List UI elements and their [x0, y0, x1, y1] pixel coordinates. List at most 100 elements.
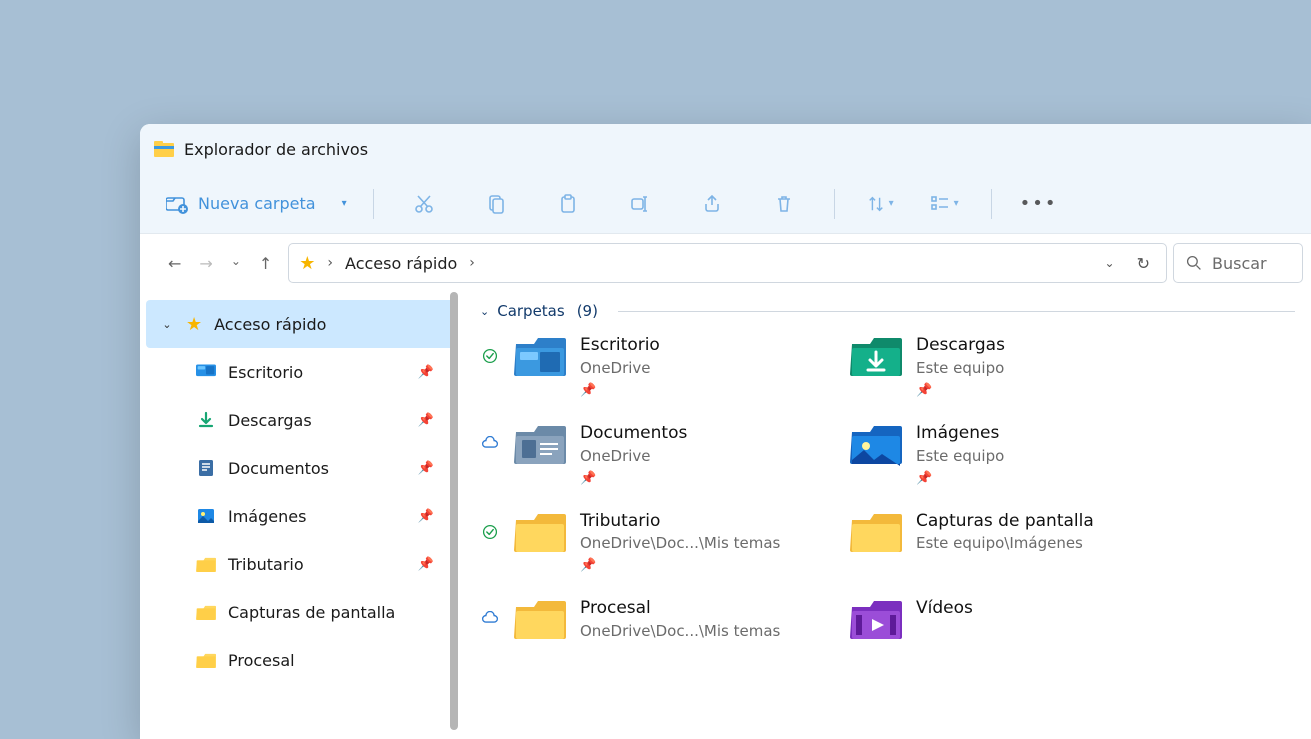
folder-location: OneDrive\Doc...\Mis temas	[580, 621, 780, 642]
sidebar-item-label: Documentos	[228, 459, 406, 478]
sidebar-item-escritorio[interactable]: Escritorio 📌	[140, 348, 460, 396]
sidebar-item-descargas[interactable]: Descargas 📌	[140, 396, 460, 444]
recent-chevron-icon[interactable]: ⌄	[231, 254, 241, 273]
folder-location: OneDrive	[580, 358, 660, 379]
sidebar-item-procesal[interactable]: Procesal	[140, 636, 460, 684]
section-count: (9)	[577, 302, 598, 320]
toolbar-separator	[834, 189, 835, 219]
address-history-chevron-icon[interactable]: ⌄	[1097, 256, 1123, 270]
folder-item[interactable]: Capturas de pantalla Este equipo\Imágene…	[850, 510, 1295, 574]
folder-item[interactable]: Descargas Este equipo 📌	[850, 334, 1295, 398]
pin-icon: 📌	[916, 471, 1004, 486]
app-icon	[154, 139, 174, 159]
folder-location: OneDrive	[580, 446, 687, 467]
pin-icon: 📌	[418, 413, 434, 428]
rename-button[interactable]	[616, 184, 664, 224]
breadcrumb-sep-icon[interactable]: ›	[469, 255, 475, 271]
navbar: ← → ⌄ ↑ ★ › Acceso rápido › ⌄ ↻ Buscar	[140, 234, 1311, 292]
downloads-lg-icon	[850, 334, 902, 378]
folder-item[interactable]: Documentos OneDrive 📌	[480, 422, 850, 486]
sidebar-item-label: Descargas	[228, 411, 406, 430]
folder-name: Descargas	[916, 334, 1005, 358]
nav-arrows: ← → ⌄ ↑	[152, 254, 282, 273]
documents-icon	[196, 458, 216, 478]
folder-item[interactable]: Escritorio OneDrive 📌	[480, 334, 850, 398]
folder-icon	[196, 604, 216, 621]
pin-icon: 📌	[580, 383, 660, 398]
up-button[interactable]: ↑	[259, 254, 272, 273]
more-button[interactable]: •••	[1010, 193, 1068, 214]
pin-icon: 📌	[418, 509, 434, 524]
paste-button[interactable]	[544, 184, 592, 224]
folder-icon	[196, 556, 216, 573]
search-input[interactable]: Buscar	[1173, 243, 1303, 283]
sort-button[interactable]: ▾	[861, 184, 900, 224]
section-title: Carpetas	[497, 302, 564, 320]
pin-icon: 📌	[418, 557, 434, 572]
refresh-button[interactable]: ↻	[1131, 254, 1156, 273]
forward-button[interactable]: →	[199, 254, 212, 273]
share-button[interactable]	[688, 184, 736, 224]
downloads-icon	[196, 410, 216, 430]
address-bar[interactable]: ★ › Acceso rápido › ⌄ ↻	[288, 243, 1167, 283]
sync-status-icon	[480, 597, 500, 625]
folder-item[interactable]: Tributario OneDrive\Doc...\Mis temas 📌	[480, 510, 850, 574]
folder-name: Documentos	[580, 422, 687, 446]
pin-icon: 📌	[916, 383, 1005, 398]
sync-status-icon	[480, 334, 500, 364]
sync-status-icon	[480, 510, 500, 540]
folder-item[interactable]: Vídeos	[850, 597, 1295, 642]
folder-location: Este equipo	[916, 446, 1004, 467]
folder-lg-icon	[514, 510, 566, 554]
sidebar-item-label: Escritorio	[228, 363, 406, 382]
sidebar-item-documentos[interactable]: Documentos 📌	[140, 444, 460, 492]
folder-lg-icon	[850, 510, 902, 554]
folder-lg-icon	[514, 597, 566, 641]
section-rule	[618, 311, 1295, 312]
search-placeholder: Buscar	[1212, 254, 1267, 273]
sidebar-item-label: Acceso rápido	[214, 315, 454, 334]
breadcrumb-sep-icon: ›	[327, 255, 333, 271]
window-title: Explorador de archivos	[184, 140, 368, 159]
new-folder-icon	[166, 194, 188, 214]
copy-button[interactable]	[472, 184, 520, 224]
chevron-down-icon[interactable]: ⌄	[480, 305, 489, 318]
folder-name: Vídeos	[916, 597, 973, 621]
section-header-folders[interactable]: ⌄ Carpetas (9)	[480, 302, 1295, 320]
sidebar-item-label: Procesal	[228, 651, 460, 670]
sidebar-item-capturas-de-pantalla[interactable]: Capturas de pantalla	[140, 588, 460, 636]
sidebar-scrollbar[interactable]	[450, 292, 458, 730]
explorer-window: Explorador de archivos Nueva carpeta ▾	[140, 124, 1311, 739]
sync-status-icon	[480, 422, 500, 450]
folder-name: Tributario	[580, 510, 780, 534]
folder-location: Este equipo\Imágenes	[916, 533, 1094, 554]
sidebar-item-label: Capturas de pantalla	[228, 603, 460, 622]
new-folder-button[interactable]: Nueva carpeta	[156, 188, 326, 220]
back-button[interactable]: ←	[168, 254, 181, 273]
new-menu-chevron-icon[interactable]: ▾	[334, 192, 355, 215]
documents-lg-icon	[514, 422, 566, 466]
folder-location: Este equipo	[916, 358, 1005, 379]
sidebar: ⌄ ★ Acceso rápido Escritorio 📌 Descargas…	[140, 292, 460, 739]
star-icon: ★	[186, 314, 202, 335]
folder-item[interactable]: Imágenes Este equipo 📌	[850, 422, 1295, 486]
new-folder-label: Nueva carpeta	[198, 194, 316, 213]
desktop-icon	[196, 364, 216, 380]
chevron-down-icon[interactable]: ⌄	[160, 318, 174, 331]
main-content: ⌄ Carpetas (9) Escritorio OneDrive 📌 Des…	[460, 292, 1311, 739]
folder-name: Procesal	[580, 597, 780, 621]
folder-name: Capturas de pantalla	[916, 510, 1094, 534]
view-button[interactable]: ▾	[924, 184, 965, 224]
breadcrumb-current[interactable]: Acceso rápido	[345, 254, 457, 273]
titlebar: Explorador de archivos	[140, 124, 1311, 174]
pin-icon: 📌	[580, 471, 687, 486]
delete-button[interactable]	[760, 184, 808, 224]
toolbar-separator	[991, 189, 992, 219]
cut-button[interactable]	[400, 184, 448, 224]
sidebar-item-quickaccess[interactable]: ⌄ ★ Acceso rápido	[146, 300, 454, 348]
body: ⌄ ★ Acceso rápido Escritorio 📌 Descargas…	[140, 292, 1311, 739]
sidebar-item-imágenes[interactable]: Imágenes 📌	[140, 492, 460, 540]
sidebar-item-tributario[interactable]: Tributario 📌	[140, 540, 460, 588]
folder-item[interactable]: Procesal OneDrive\Doc...\Mis temas	[480, 597, 850, 642]
pictures-lg-icon	[850, 422, 902, 466]
